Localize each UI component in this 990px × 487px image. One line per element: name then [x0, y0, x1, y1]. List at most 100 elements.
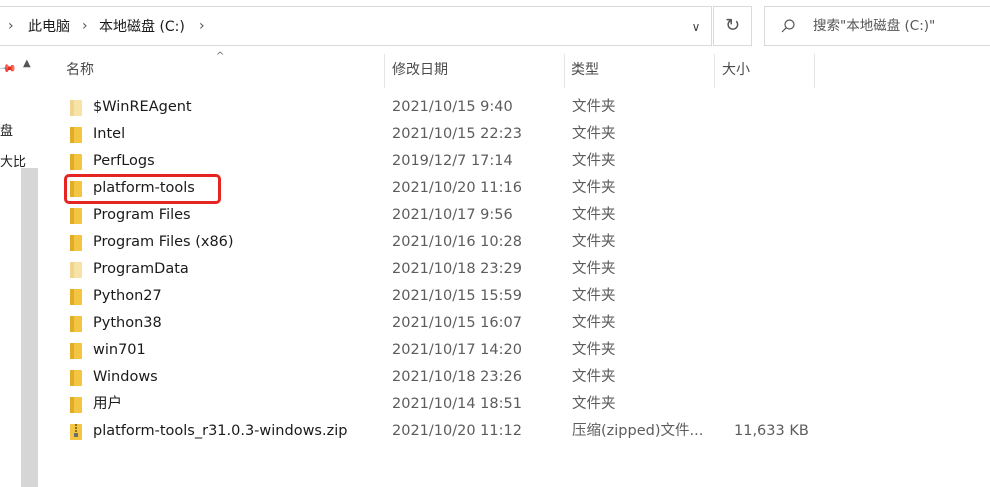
file-type: 文件夹 — [572, 288, 616, 304]
address-toolbar: › 此电脑 › 本地磁盘 (C:) › ∨ ↻ — [0, 0, 990, 52]
file-date-modified: 2021/10/20 11:16 — [392, 180, 522, 196]
file-name: platform-tools_r31.0.3-windows.zip — [93, 423, 348, 439]
file-row[interactable]: ProgramData 2021/10/18 23:29 文件夹 — [62, 256, 822, 283]
file-size — [734, 364, 804, 391]
file-name: Intel — [93, 126, 126, 142]
folder-icon — [70, 100, 82, 116]
folder-icon — [70, 370, 82, 386]
scroll-up-arrow-icon[interactable]: ▲ — [23, 58, 31, 69]
search-icon — [781, 19, 795, 33]
file-name: Python38 — [93, 315, 162, 331]
file-row[interactable]: win701 2021/10/17 14:20 文件夹 — [62, 337, 822, 364]
file-date-modified: 2021/10/18 23:26 — [392, 369, 522, 385]
folder-icon — [70, 262, 82, 278]
navigation-pane: 📌 ▲ 盘 大比 — [0, 52, 40, 487]
file-row[interactable]: Program Files (x86) 2021/10/16 10:28 文件夹 — [62, 229, 822, 256]
file-name: 用户 — [93, 396, 122, 412]
address-bar[interactable]: › 此电脑 › 本地磁盘 (C:) › ∨ — [0, 6, 712, 46]
file-name: win701 — [93, 342, 146, 358]
search-box[interactable] — [764, 6, 990, 46]
file-date-modified: 2019/12/7 17:14 — [392, 153, 513, 169]
column-divider[interactable] — [814, 54, 815, 88]
file-row[interactable]: Intel 2021/10/15 22:23 文件夹 — [62, 121, 822, 148]
column-header-date-modified[interactable]: 修改日期 — [392, 52, 448, 88]
folder-icon — [70, 154, 82, 170]
file-row[interactable]: Program Files 2021/10/17 9:56 文件夹 — [62, 202, 822, 229]
column-header-size[interactable]: 大小 — [722, 52, 750, 88]
folder-icon — [70, 208, 82, 224]
file-size — [734, 202, 804, 229]
column-header-name[interactable]: 名称 — [66, 52, 94, 88]
file-row[interactable]: Python38 2021/10/15 16:07 文件夹 — [62, 310, 822, 337]
chevron-down-icon[interactable]: ∨ — [684, 7, 708, 47]
file-type: 文件夹 — [572, 396, 616, 412]
breadcrumb-this-pc[interactable]: 此电脑 — [28, 7, 70, 47]
refresh-button[interactable]: ↻ — [713, 6, 752, 46]
column-header-type[interactable]: 类型 — [571, 52, 599, 88]
file-date-modified: 2021/10/15 22:23 — [392, 126, 522, 142]
column-divider[interactable] — [714, 54, 715, 88]
file-size — [734, 175, 804, 202]
file-name: Python27 — [93, 288, 162, 304]
file-row[interactable]: $WinREAgent 2021/10/15 9:40 文件夹 — [62, 94, 822, 121]
file-type: 文件夹 — [572, 126, 616, 142]
file-size — [734, 148, 804, 175]
file-type: 文件夹 — [572, 315, 616, 331]
file-type: 文件夹 — [572, 180, 616, 196]
highlight-annotation-box — [64, 174, 221, 204]
file-name: Program Files (x86) — [93, 234, 234, 250]
file-type: 文件夹 — [572, 234, 616, 250]
file-date-modified: 2021/10/16 10:28 — [392, 234, 522, 250]
file-row[interactable]: 用户 2021/10/14 18:51 文件夹 — [62, 391, 822, 418]
file-date-modified: 2021/10/18 23:29 — [392, 261, 522, 277]
column-divider[interactable] — [564, 54, 565, 88]
file-name: PerfLogs — [93, 153, 155, 169]
file-row[interactable]: PerfLogs 2019/12/7 17:14 文件夹 — [62, 148, 822, 175]
chevron-right-icon[interactable]: › — [8, 7, 14, 47]
sort-ascending-icon: ^ — [216, 51, 225, 62]
zip-folder-icon — [70, 424, 82, 440]
folder-icon — [70, 127, 82, 143]
file-size — [734, 256, 804, 283]
chevron-right-icon[interactable]: › — [82, 7, 88, 47]
file-date-modified: 2021/10/17 14:20 — [392, 342, 522, 358]
search-input[interactable] — [813, 7, 990, 45]
file-name: ProgramData — [93, 261, 189, 277]
file-date-modified: 2021/10/15 15:59 — [392, 288, 522, 304]
breadcrumb-local-disk[interactable]: 本地磁盘 (C:) — [99, 7, 185, 47]
file-type: 文件夹 — [572, 261, 616, 277]
file-type: 文件夹 — [572, 369, 616, 385]
refresh-icon: ↻ — [724, 15, 741, 36]
file-name: Windows — [93, 369, 158, 385]
file-size — [734, 94, 804, 121]
nav-item-fragment[interactable]: 盘 — [0, 120, 13, 139]
file-type: 文件夹 — [572, 153, 616, 169]
chevron-right-icon[interactable]: › — [199, 7, 205, 47]
file-size — [734, 229, 804, 256]
file-date-modified: 2021/10/15 16:07 — [392, 315, 522, 331]
file-type: 文件夹 — [572, 207, 616, 223]
file-row[interactable]: Windows 2021/10/18 23:26 文件夹 — [62, 364, 822, 391]
file-type: 文件夹 — [572, 342, 616, 358]
file-type: 文件夹 — [572, 99, 616, 115]
file-size — [734, 310, 804, 337]
file-size — [734, 283, 804, 310]
file-date-modified: 2021/10/17 9:56 — [392, 207, 513, 223]
file-row[interactable]: Python27 2021/10/15 15:59 文件夹 — [62, 283, 822, 310]
folder-icon — [70, 235, 82, 251]
column-header-row: 名称 ^ 修改日期 类型 大小 — [40, 51, 990, 88]
file-name: Program Files — [93, 207, 191, 223]
folder-icon — [70, 289, 82, 305]
file-date-modified: 2021/10/20 11:12 — [392, 423, 522, 439]
file-date-modified: 2021/10/14 18:51 — [392, 396, 522, 412]
file-size — [734, 121, 804, 148]
folder-icon — [70, 343, 82, 359]
folder-icon — [70, 397, 82, 413]
pin-icon[interactable]: 📌 — [0, 59, 17, 78]
file-row[interactable]: platform-tools_r31.0.3-windows.zip 2021/1… — [62, 418, 822, 445]
file-size: 11,633 KB — [734, 423, 809, 439]
navigation-scrollbar[interactable] — [21, 168, 38, 487]
folder-icon — [70, 316, 82, 332]
column-divider[interactable] — [384, 54, 385, 88]
file-name: $WinREAgent — [93, 99, 192, 115]
